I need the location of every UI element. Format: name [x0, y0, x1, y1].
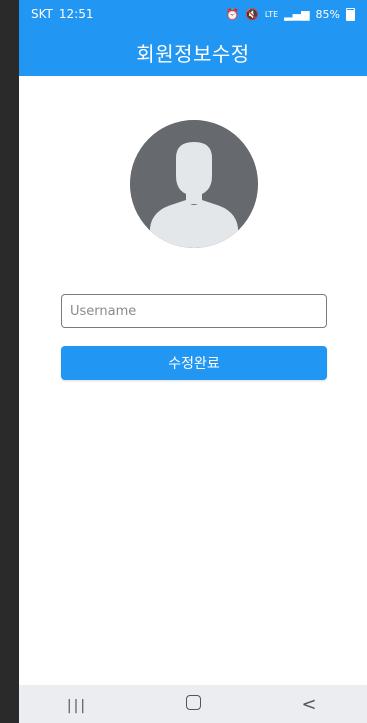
signal-icon: ▂▄▆ — [284, 7, 310, 21]
phone-screen: SKT 12:51 ⏰ 🔇 LTE ▂▄▆ 85% 회원정보수정 Usernam… — [19, 0, 367, 723]
profile-avatar[interactable] — [130, 120, 258, 248]
profile-edit-content: 수정완료 — [19, 76, 367, 686]
battery-percent: 85% — [315, 7, 340, 21]
battery-icon — [346, 7, 355, 21]
android-nav-bar: ||| < — [19, 685, 367, 723]
username-input[interactable] — [61, 294, 327, 328]
person-silhouette-icon — [130, 120, 258, 248]
page-title: 회원정보수정 — [136, 41, 250, 66]
time-label: 12:51 — [58, 7, 94, 21]
submit-button[interactable]: 수정완료 — [61, 346, 327, 380]
home-button[interactable] — [173, 694, 213, 715]
submit-button-label: 수정완료 — [168, 356, 220, 372]
carrier-label: SKT — [31, 7, 53, 21]
mute-icon: 🔇 — [245, 7, 259, 21]
status-bar: SKT 12:51 ⏰ 🔇 LTE ▂▄▆ 85% — [19, 0, 367, 28]
recent-apps-icon: ||| — [66, 697, 88, 714]
back-icon: < — [301, 693, 317, 715]
lte-icon: LTE — [264, 9, 279, 19]
back-button[interactable]: < — [289, 694, 329, 715]
alarm-icon: ⏰ — [225, 7, 240, 21]
recent-apps-button[interactable]: ||| — [57, 694, 97, 715]
app-bar: 회원정보수정 — [19, 28, 367, 76]
home-icon — [185, 694, 201, 710]
